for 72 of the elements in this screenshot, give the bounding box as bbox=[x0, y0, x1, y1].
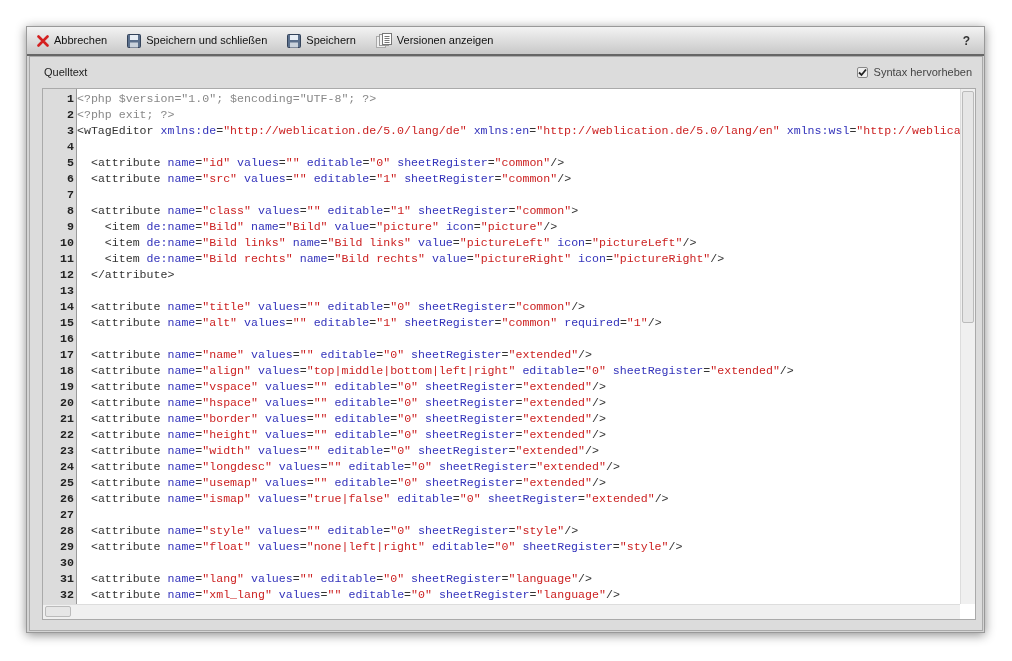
code-line: <item de:name="Bild rechts" name="Bild rechts" value="pictureRight" icon="pictureRight"/> bbox=[103, 251, 726, 267]
code-line: </attribute> bbox=[89, 267, 176, 283]
code-line: <attribute name="vspace" values="" editable="0" sheetRegister="extended"/> bbox=[89, 379, 607, 395]
line-number: 15 bbox=[59, 315, 75, 331]
line-number: 26 bbox=[59, 491, 75, 507]
vertical-scrollbar[interactable] bbox=[960, 89, 975, 604]
line-number: 14 bbox=[59, 299, 75, 315]
versions-button[interactable]: Versionen anzeigen bbox=[375, 32, 504, 49]
line-number: 9 bbox=[66, 219, 75, 235]
code-line: <item de:name="Bild" name="Bild" value="picture" icon="picture"/> bbox=[103, 219, 559, 235]
code-line: <?php $version="1.0"; $encoding="UTF-8"; ?> bbox=[77, 91, 378, 107]
line-number: 21 bbox=[59, 411, 75, 427]
line-number: 27 bbox=[59, 507, 75, 523]
line-number: 32 bbox=[59, 587, 75, 603]
line-number: 1 bbox=[66, 91, 75, 107]
line-number: 22 bbox=[59, 427, 75, 443]
code-line: <attribute name="hspace" values="" editable="0" sheetRegister="extended"/> bbox=[89, 395, 607, 411]
code-line: <attribute name="longdesc" values="" editable="0" sheetRegister="extended"/> bbox=[89, 459, 621, 475]
line-number: 4 bbox=[66, 139, 75, 155]
code-line: <attribute name="alt" values="" editable="1" sheetRegister="common" required="1"/> bbox=[89, 315, 663, 331]
documents-icon bbox=[375, 33, 392, 48]
close-icon bbox=[37, 34, 49, 47]
line-number: 30 bbox=[59, 555, 75, 571]
line-number: 10 bbox=[59, 235, 75, 251]
panel-title: Quelltext bbox=[44, 65, 88, 81]
line-number: 28 bbox=[59, 523, 75, 539]
line-number: 20 bbox=[59, 395, 75, 411]
line-number: 29 bbox=[59, 539, 75, 555]
save-button[interactable]: Speichern und schließen bbox=[127, 32, 278, 49]
line-number: 24 bbox=[59, 459, 75, 475]
save-button[interactable]: Speichern bbox=[287, 32, 366, 49]
line-number: 18 bbox=[59, 363, 75, 379]
line-number: 31 bbox=[59, 571, 75, 587]
line-number: 12 bbox=[59, 267, 75, 283]
code-line: <item de:name="Bild links" name="Bild links" value="pictureLeft" icon="pictureLeft"/> bbox=[103, 235, 698, 251]
line-number: 17 bbox=[59, 347, 75, 363]
code-line: <attribute name="width" values="" editable="0" sheetRegister="extended"/> bbox=[89, 443, 600, 459]
code-line: <attribute name="src" values="" editable="1" sheetRegister="common"/> bbox=[89, 171, 573, 187]
code-line: <attribute name="name" values="" editable="0" sheetRegister="extended"/> bbox=[89, 347, 593, 363]
code-line: <attribute name="style" values="" editable="0" sheetRegister="style"/> bbox=[89, 523, 580, 539]
line-number: 2 bbox=[66, 107, 75, 123]
line-number: 11 bbox=[59, 251, 75, 267]
code-line: <attribute name="align" values="top|middle|bottom|left|right" editable="0" sheetRegister="extended"/> bbox=[89, 363, 795, 379]
code-line: <?php exit; ?> bbox=[77, 107, 176, 123]
scrollbar-thumb[interactable] bbox=[962, 91, 974, 323]
code-line: <attribute name="title" values="" editable="0" sheetRegister="common"/> bbox=[89, 299, 587, 315]
line-number: 6 bbox=[66, 171, 75, 187]
line-number: 25 bbox=[59, 475, 75, 491]
line-number: 5 bbox=[66, 155, 75, 171]
code-line: <attribute name="lang" values="" editable="0" sheetRegister="language"/> bbox=[89, 571, 593, 587]
line-number: 23 bbox=[59, 443, 75, 459]
help-button[interactable]: ? bbox=[956, 30, 976, 51]
line-number: 19 bbox=[59, 379, 75, 395]
line-number: 16 bbox=[59, 331, 75, 347]
checkmark-icon bbox=[857, 68, 867, 77]
line-number: 13 bbox=[59, 283, 75, 299]
code-line: <attribute name="ismap" values="true|false" editable="0" sheetRegister="extended"/> bbox=[89, 491, 670, 507]
line-number: 7 bbox=[66, 187, 75, 203]
code-line: <attribute name="border" values="" editable="0" sheetRegister="extended"/> bbox=[89, 411, 607, 427]
code-line: <attribute name="xml_lang" values="" editable="0" sheetRegister="language"/> bbox=[89, 587, 621, 603]
line-number: 8 bbox=[66, 203, 75, 219]
horizontal-scrollbar[interactable] bbox=[43, 604, 960, 619]
code-line: <attribute name="height" values="" editable="0" sheetRegister="extended"/> bbox=[89, 427, 607, 443]
scrollbar-thumb[interactable] bbox=[45, 606, 71, 617]
cancel-button[interactable]: Abbrechen bbox=[37, 32, 118, 49]
code-line: <attribute name="class" values="" editable="1" sheetRegister="common"> bbox=[89, 203, 580, 219]
line-number: 3 bbox=[66, 123, 75, 139]
syntax-highlight-checkbox[interactable]: Syntax hervorheben bbox=[856, 64, 972, 81]
code-line: <attribute name="id" values="" editable="0" sheetRegister="common"/> bbox=[89, 155, 566, 171]
code-line: <attribute name="float" values="none|left|right" editable="0" sheetRegister="style"/> bbox=[89, 539, 684, 555]
code-line: <wTagEditor xmlns:de="http://weblication.de/5.0/lang/de" xmlns:en="http://weblication.de/5.0/lang/en" xmlns:wsl="http://weblica bbox=[77, 123, 960, 139]
code-line: <attribute name="usemap" values="" editable="0" sheetRegister="extended"/> bbox=[89, 475, 607, 491]
